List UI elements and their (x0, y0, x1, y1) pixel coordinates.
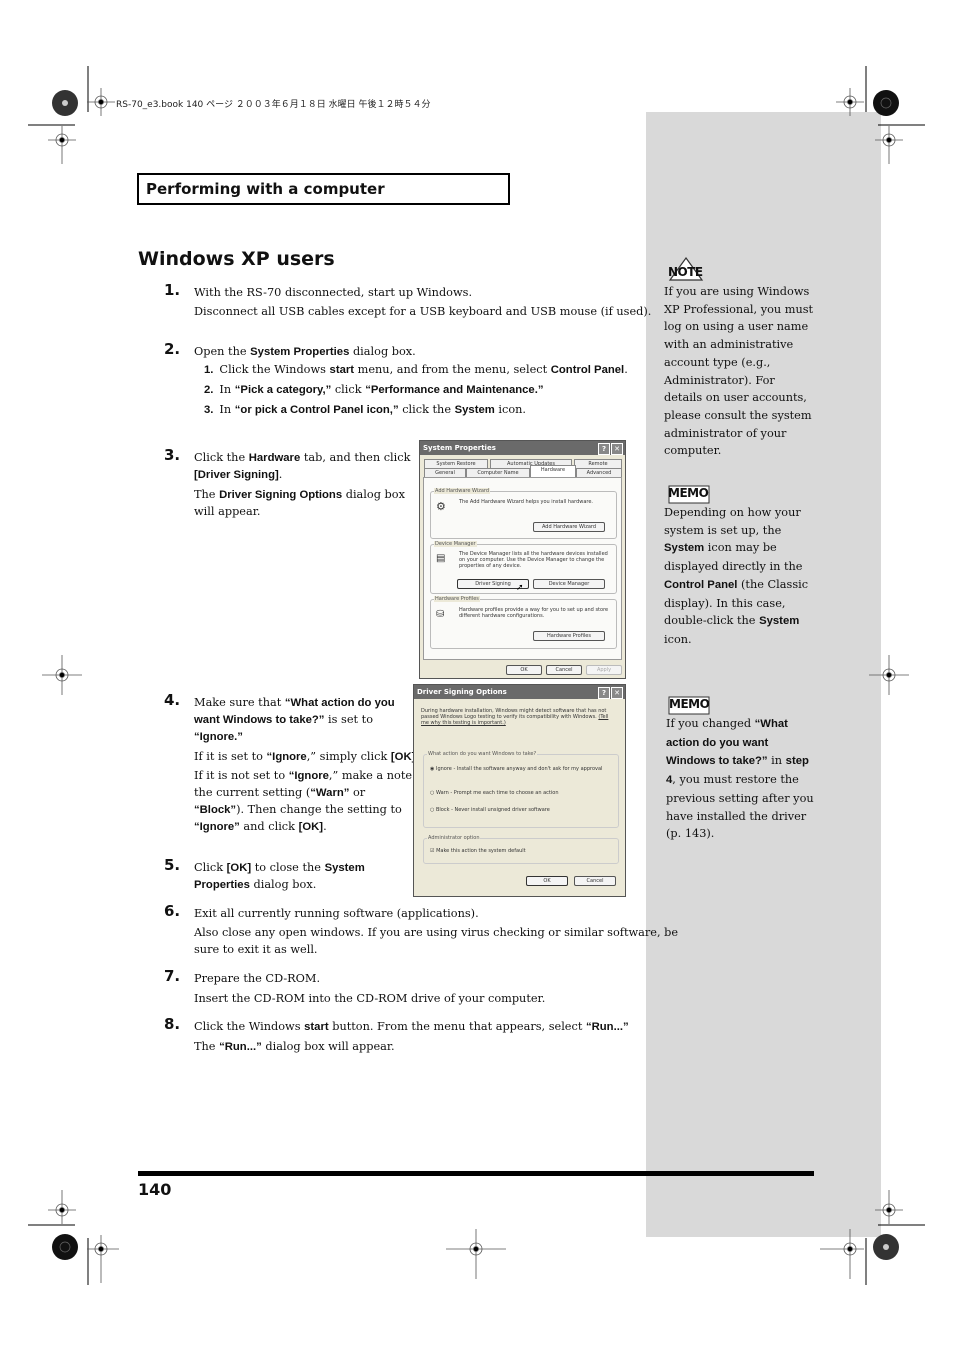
step-number: 3. (164, 446, 181, 464)
step-3-text: The Driver Signing Options dialog box (194, 488, 405, 501)
radio-selected-icon: ◉ (430, 766, 435, 772)
step-4-text: “Ignore.” (194, 731, 243, 743)
step-number: 7. (164, 967, 181, 985)
tab-general[interactable]: General (424, 468, 466, 477)
step-4-text: the current setting (“Warn” or (194, 786, 366, 799)
ok-button[interactable]: OK (506, 665, 542, 675)
step-number: 5. (164, 856, 181, 874)
mouse-cursor-icon: ➚ (516, 583, 524, 593)
device-manager-icon: ▤ (436, 553, 446, 564)
help-button[interactable]: ? (598, 687, 610, 699)
step-number: 6. (164, 902, 181, 920)
step-3-text: Click the Hardware tab, and then click (194, 451, 411, 464)
step-5-text: Properties dialog box. (194, 878, 317, 891)
step-2-text: Open the System Properties dialog box. (194, 345, 416, 358)
radio-empty-icon: ○ (430, 807, 435, 813)
step-3-text: will appear. (194, 505, 261, 518)
step-1-text: With the RS-70 disconnected, start up Wi… (194, 286, 473, 299)
memo-badge: MEMO (668, 486, 709, 500)
radio-block[interactable]: ○ Block - Never install unsigned driver … (430, 807, 610, 813)
dialog-titlebar: System Properties ? ✕ (420, 441, 625, 455)
device-manager-group: Device Manager ▤ The Device Manager list… (430, 541, 617, 594)
step-6-text: Also close any open windows. If you are … (194, 926, 679, 939)
tab-hardware[interactable]: Hardware (530, 465, 576, 477)
tab-remote[interactable]: Remote (574, 459, 622, 468)
page-title: Windows XP users (138, 248, 335, 270)
radio-ignore[interactable]: ◉ Ignore - Install the software anyway a… (430, 766, 610, 772)
memo-badge: MEMO (669, 697, 710, 711)
system-properties-dialog: System Properties ? ✕ System Restore Auto… (419, 440, 626, 679)
step-4-text: Make sure that “What action do you (194, 696, 395, 709)
ok-button[interactable]: OK (526, 876, 568, 886)
radio-empty-icon: ○ (430, 790, 435, 796)
note-text: If you are using Windows XP Professional… (664, 285, 814, 458)
checkbox-checked-icon: ☑ (430, 848, 435, 854)
step-number: 1. (164, 281, 181, 299)
substep: 3. In “or pick a Control Panel icon,” cli… (204, 403, 527, 416)
driver-signing-options-dialog: Driver Signing Options ? ✕ During hardwar… (413, 684, 626, 897)
step-8-text: Click the Windows start button. From the… (194, 1020, 629, 1033)
hardware-profiles-group: Hardware Profiles ⛁ Hardware profiles pr… (430, 596, 617, 649)
cancel-button[interactable]: Cancel (574, 876, 616, 886)
memo-text: Depending on how your system is set up, … (664, 506, 809, 646)
step-number: 4. (164, 691, 181, 709)
action-group: What action do you want Windows to take?… (423, 751, 619, 828)
apply-button[interactable]: Apply (586, 665, 622, 675)
step-5-text: Click [OK] to close the System (194, 861, 365, 874)
step-7-text: Insert the CD-ROM into the CD-ROM drive … (194, 992, 546, 1005)
radio-warn[interactable]: ○ Warn - Prompt me each time to choose a… (430, 790, 610, 796)
step-1-detail: Disconnect all USB cables except for a U… (194, 305, 652, 318)
section-title: Performing with a computer (146, 180, 385, 198)
close-button[interactable]: ✕ (611, 687, 623, 699)
substep: 2. In “Pick a category,” click “Performan… (204, 383, 544, 396)
memo-text: If you changed “What action do you want … (666, 717, 814, 841)
step-3-text: [Driver Signing]. (194, 468, 283, 481)
dialog-titlebar: Driver Signing Options ? ✕ (414, 685, 625, 699)
device-manager-button[interactable]: Device Manager (533, 579, 605, 589)
page-number: 140 (138, 1180, 172, 1199)
step-7-text: Prepare the CD-ROM. (194, 972, 321, 985)
print-header: RS-70_e3.book 140 ページ ２００３年６月１８日 水曜日 午後１… (116, 100, 431, 110)
dialog-title: System Properties (423, 444, 496, 452)
dialog-title: Driver Signing Options (417, 688, 507, 696)
tab-computer-name[interactable]: Computer Name (466, 468, 530, 477)
cancel-button[interactable]: Cancel (546, 665, 582, 675)
hardware-profiles-button[interactable]: Hardware Profiles (533, 631, 605, 641)
step-4-text: “Block”). Then change the setting to (194, 803, 402, 816)
add-hardware-group: Add Hardware Wizard ⚙ The Add Hardware W… (430, 488, 617, 539)
step-number: 8. (164, 1015, 181, 1033)
tab-advanced[interactable]: Advanced (576, 468, 622, 477)
step-4-text: “Ignore” and click [OK]. (194, 820, 327, 833)
footer-rule (138, 1171, 814, 1176)
substep: 1. Click the Windows start menu, and from… (204, 363, 628, 376)
help-button[interactable]: ? (598, 443, 610, 455)
close-button[interactable]: ✕ (611, 443, 623, 455)
administrator-option-group: Administrator option ☑ Make this action … (423, 835, 619, 864)
step-6-text: sure to exit it as well. (194, 943, 318, 956)
step-8-text: The “Run...” dialog box will appear. (194, 1040, 395, 1053)
add-hardware-wizard-button[interactable]: Add Hardware Wizard (533, 522, 605, 532)
dialog-intro: During hardware installation, Windows mi… (421, 708, 607, 720)
tab-system-restore[interactable]: System Restore (424, 459, 488, 468)
system-default-checkbox[interactable]: ☑ Make this action the system default (430, 848, 526, 854)
step-4-text: want Windows to take?” is set to (194, 713, 373, 726)
section-header-box: Performing with a computer (137, 173, 510, 205)
step-4-text: If it is set to “Ignore,” simply click [… (194, 750, 419, 763)
step-6-text: Exit all currently running software (app… (194, 907, 479, 920)
step-4-text: If it is not set to “Ignore,” make a not… (194, 769, 427, 782)
add-hardware-icon: ⚙ (436, 500, 446, 513)
step-number: 2. (164, 340, 181, 358)
note-badge: NOTE (668, 265, 703, 279)
hardware-profiles-icon: ⛁ (436, 609, 445, 620)
